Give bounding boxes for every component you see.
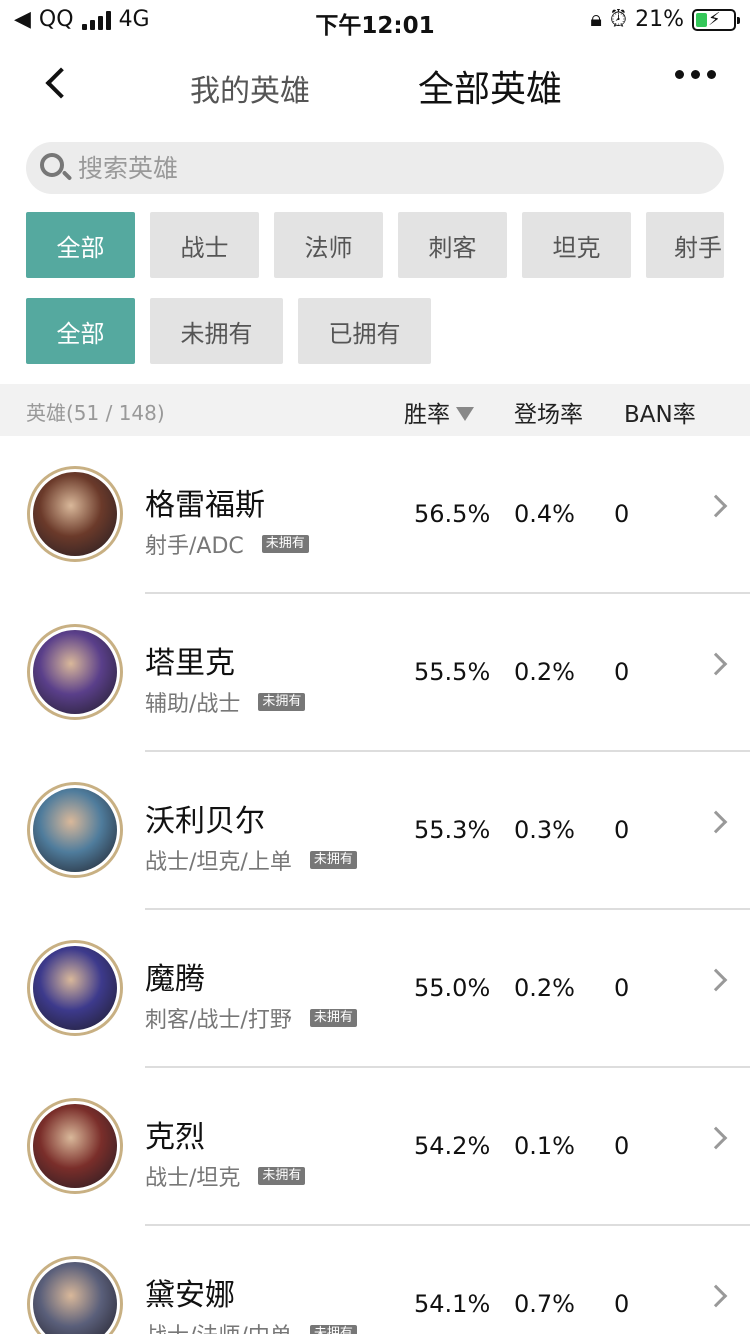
hero-ban-rate: 0	[614, 1132, 630, 1160]
chevron-right-icon	[704, 1284, 728, 1308]
hero-win-rate: 55.0%	[414, 974, 491, 1002]
hero-row[interactable]: 格雷福斯 射手/ADC 未拥有 56.5% 0.4% 0	[0, 436, 750, 594]
hero-avatar	[27, 782, 123, 878]
table-header: 英雄(51 / 148) 胜率 登场率 BAN率	[0, 384, 750, 436]
role-filter-mage[interactable]: 法师	[274, 212, 383, 278]
role-filter-marksman[interactable]: 射手	[646, 212, 724, 278]
hero-ban-rate: 0	[614, 816, 630, 844]
battery-icon: ⚡︎	[692, 8, 740, 31]
search-input[interactable]	[78, 142, 698, 194]
hero-ban-rate: 0	[614, 974, 630, 1002]
chevron-right-icon	[704, 652, 728, 676]
hero-role: 战士/法师/中单	[145, 1318, 292, 1334]
hero-portrait	[33, 1104, 117, 1188]
hero-portrait	[33, 946, 117, 1030]
hero-ban-rate: 0	[614, 500, 630, 528]
role-filter-tank[interactable]: 坦克	[522, 212, 631, 278]
sort-desc-icon	[456, 407, 474, 421]
hero-portrait	[33, 1262, 117, 1334]
back-icon[interactable]	[40, 64, 80, 104]
own-filter-not-owned[interactable]: 未拥有	[150, 298, 283, 364]
hero-role-line: 战士/坦克 未拥有	[145, 1160, 306, 1192]
ownership-badge: 未拥有	[309, 851, 357, 869]
hero-row[interactable]: 沃利贝尔 战士/坦克/上单 未拥有 55.3% 0.3% 0	[0, 752, 750, 910]
hero-avatar	[27, 940, 123, 1036]
hero-row[interactable]: 克烈 战士/坦克 未拥有 54.2% 0.1% 0	[0, 1068, 750, 1226]
hero-appear-rate: 0.2%	[514, 974, 575, 1002]
hero-row[interactable]: 塔里克 辅助/战士 未拥有 55.5% 0.2% 0	[0, 594, 750, 752]
hero-avatar	[27, 1098, 123, 1194]
hero-appear-rate: 0.3%	[514, 816, 575, 844]
hero-name: 魔腾	[145, 962, 205, 997]
own-filter-owned[interactable]: 已拥有	[298, 298, 431, 364]
hero-appear-rate: 0.4%	[514, 500, 575, 528]
ownership-badge: 未拥有	[309, 1325, 357, 1334]
hero-name: 塔里克	[145, 646, 235, 681]
chevron-right-icon	[704, 968, 728, 992]
nav-bar: 我的英雄 全部英雄	[0, 48, 750, 120]
more-icon[interactable]	[675, 70, 716, 79]
hero-avatar	[27, 466, 123, 562]
hero-portrait	[33, 630, 117, 714]
sort-win-rate[interactable]: 胜率	[404, 395, 474, 429]
role-filter-fighter[interactable]: 战士	[150, 212, 259, 278]
role-filter-assassin[interactable]: 刺客	[398, 212, 507, 278]
hero-row[interactable]: 黛安娜 战士/法师/中单 未拥有 54.1% 0.7% 0	[0, 1226, 750, 1334]
hero-win-rate: 54.1%	[414, 1290, 491, 1318]
hero-role-line: 刺客/战士/打野 未拥有	[145, 1002, 357, 1034]
hero-ban-rate: 0	[614, 1290, 630, 1318]
hero-role-line: 战士/坦克/上单 未拥有	[145, 844, 357, 876]
hero-count: 英雄(51 / 148)	[26, 401, 165, 425]
battery-percent: 21%	[635, 7, 684, 32]
hero-appear-rate: 0.7%	[514, 1290, 575, 1318]
hero-name: 沃利贝尔	[145, 804, 265, 839]
ownership-badge: 未拥有	[258, 1167, 306, 1185]
hero-role: 刺客/战士/打野	[145, 1008, 292, 1033]
alarm-icon: ⏰︎	[609, 7, 628, 32]
own-filter-all[interactable]: 全部	[26, 298, 135, 364]
ownership-badge: 未拥有	[258, 693, 306, 711]
role-filter-all[interactable]: 全部	[26, 212, 135, 278]
rotation-lock-icon: 🔒︎	[590, 7, 602, 32]
hero-win-rate: 55.5%	[414, 658, 491, 686]
hero-avatar	[27, 624, 123, 720]
hero-appear-rate: 0.2%	[514, 658, 575, 686]
hero-role: 辅助/战士	[145, 692, 241, 717]
hero-portrait	[33, 788, 117, 872]
hero-role: 战士/坦克	[145, 1166, 241, 1191]
own-filter-row: 全部 未拥有 已拥有	[26, 298, 431, 364]
hero-appear-rate: 0.1%	[514, 1132, 575, 1160]
hero-role-line: 辅助/战士 未拥有	[145, 686, 306, 718]
hero-win-rate: 55.3%	[414, 816, 491, 844]
hero-row[interactable]: 魔腾 刺客/战士/打野 未拥有 55.0% 0.2% 0	[0, 910, 750, 1068]
hero-list: 格雷福斯 射手/ADC 未拥有 56.5% 0.4% 0 塔里克 辅助/战士 未…	[0, 436, 750, 1334]
chevron-right-icon	[704, 494, 728, 518]
hero-role-line: 射手/ADC 未拥有	[145, 528, 309, 560]
win-rate-header: 胜率	[404, 402, 450, 428]
status-bar: ◀ QQ 4G 下午12:01 🔒︎ ⏰︎ 21% ⚡︎	[0, 0, 750, 40]
tab-my-heroes[interactable]: 我的英雄	[190, 66, 310, 110]
hero-role: 射手/ADC	[145, 534, 244, 559]
sort-ban-rate[interactable]: BAN率	[624, 395, 696, 429]
hero-avatar	[27, 1256, 123, 1334]
role-filter-row: 全部 战士 法师 刺客 坦克 射手	[26, 212, 724, 278]
tab-all-heroes[interactable]: 全部英雄	[418, 60, 562, 112]
hero-portrait	[33, 472, 117, 556]
ownership-badge: 未拥有	[261, 535, 309, 553]
sort-appear-rate[interactable]: 登场率	[514, 395, 583, 429]
hero-name: 黛安娜	[145, 1278, 235, 1313]
ownership-badge: 未拥有	[309, 1009, 357, 1027]
hero-role-line: 战士/法师/中单 未拥有	[145, 1318, 357, 1334]
hero-ban-rate: 0	[614, 658, 630, 686]
chevron-right-icon	[704, 1126, 728, 1150]
search-icon	[40, 153, 64, 177]
hero-win-rate: 56.5%	[414, 500, 491, 528]
hero-name: 克烈	[145, 1120, 205, 1155]
chevron-right-icon	[704, 810, 728, 834]
hero-win-rate: 54.2%	[414, 1132, 491, 1160]
hero-role: 战士/坦克/上单	[145, 850, 292, 875]
hero-name: 格雷福斯	[145, 488, 265, 523]
search-bar	[26, 142, 724, 194]
